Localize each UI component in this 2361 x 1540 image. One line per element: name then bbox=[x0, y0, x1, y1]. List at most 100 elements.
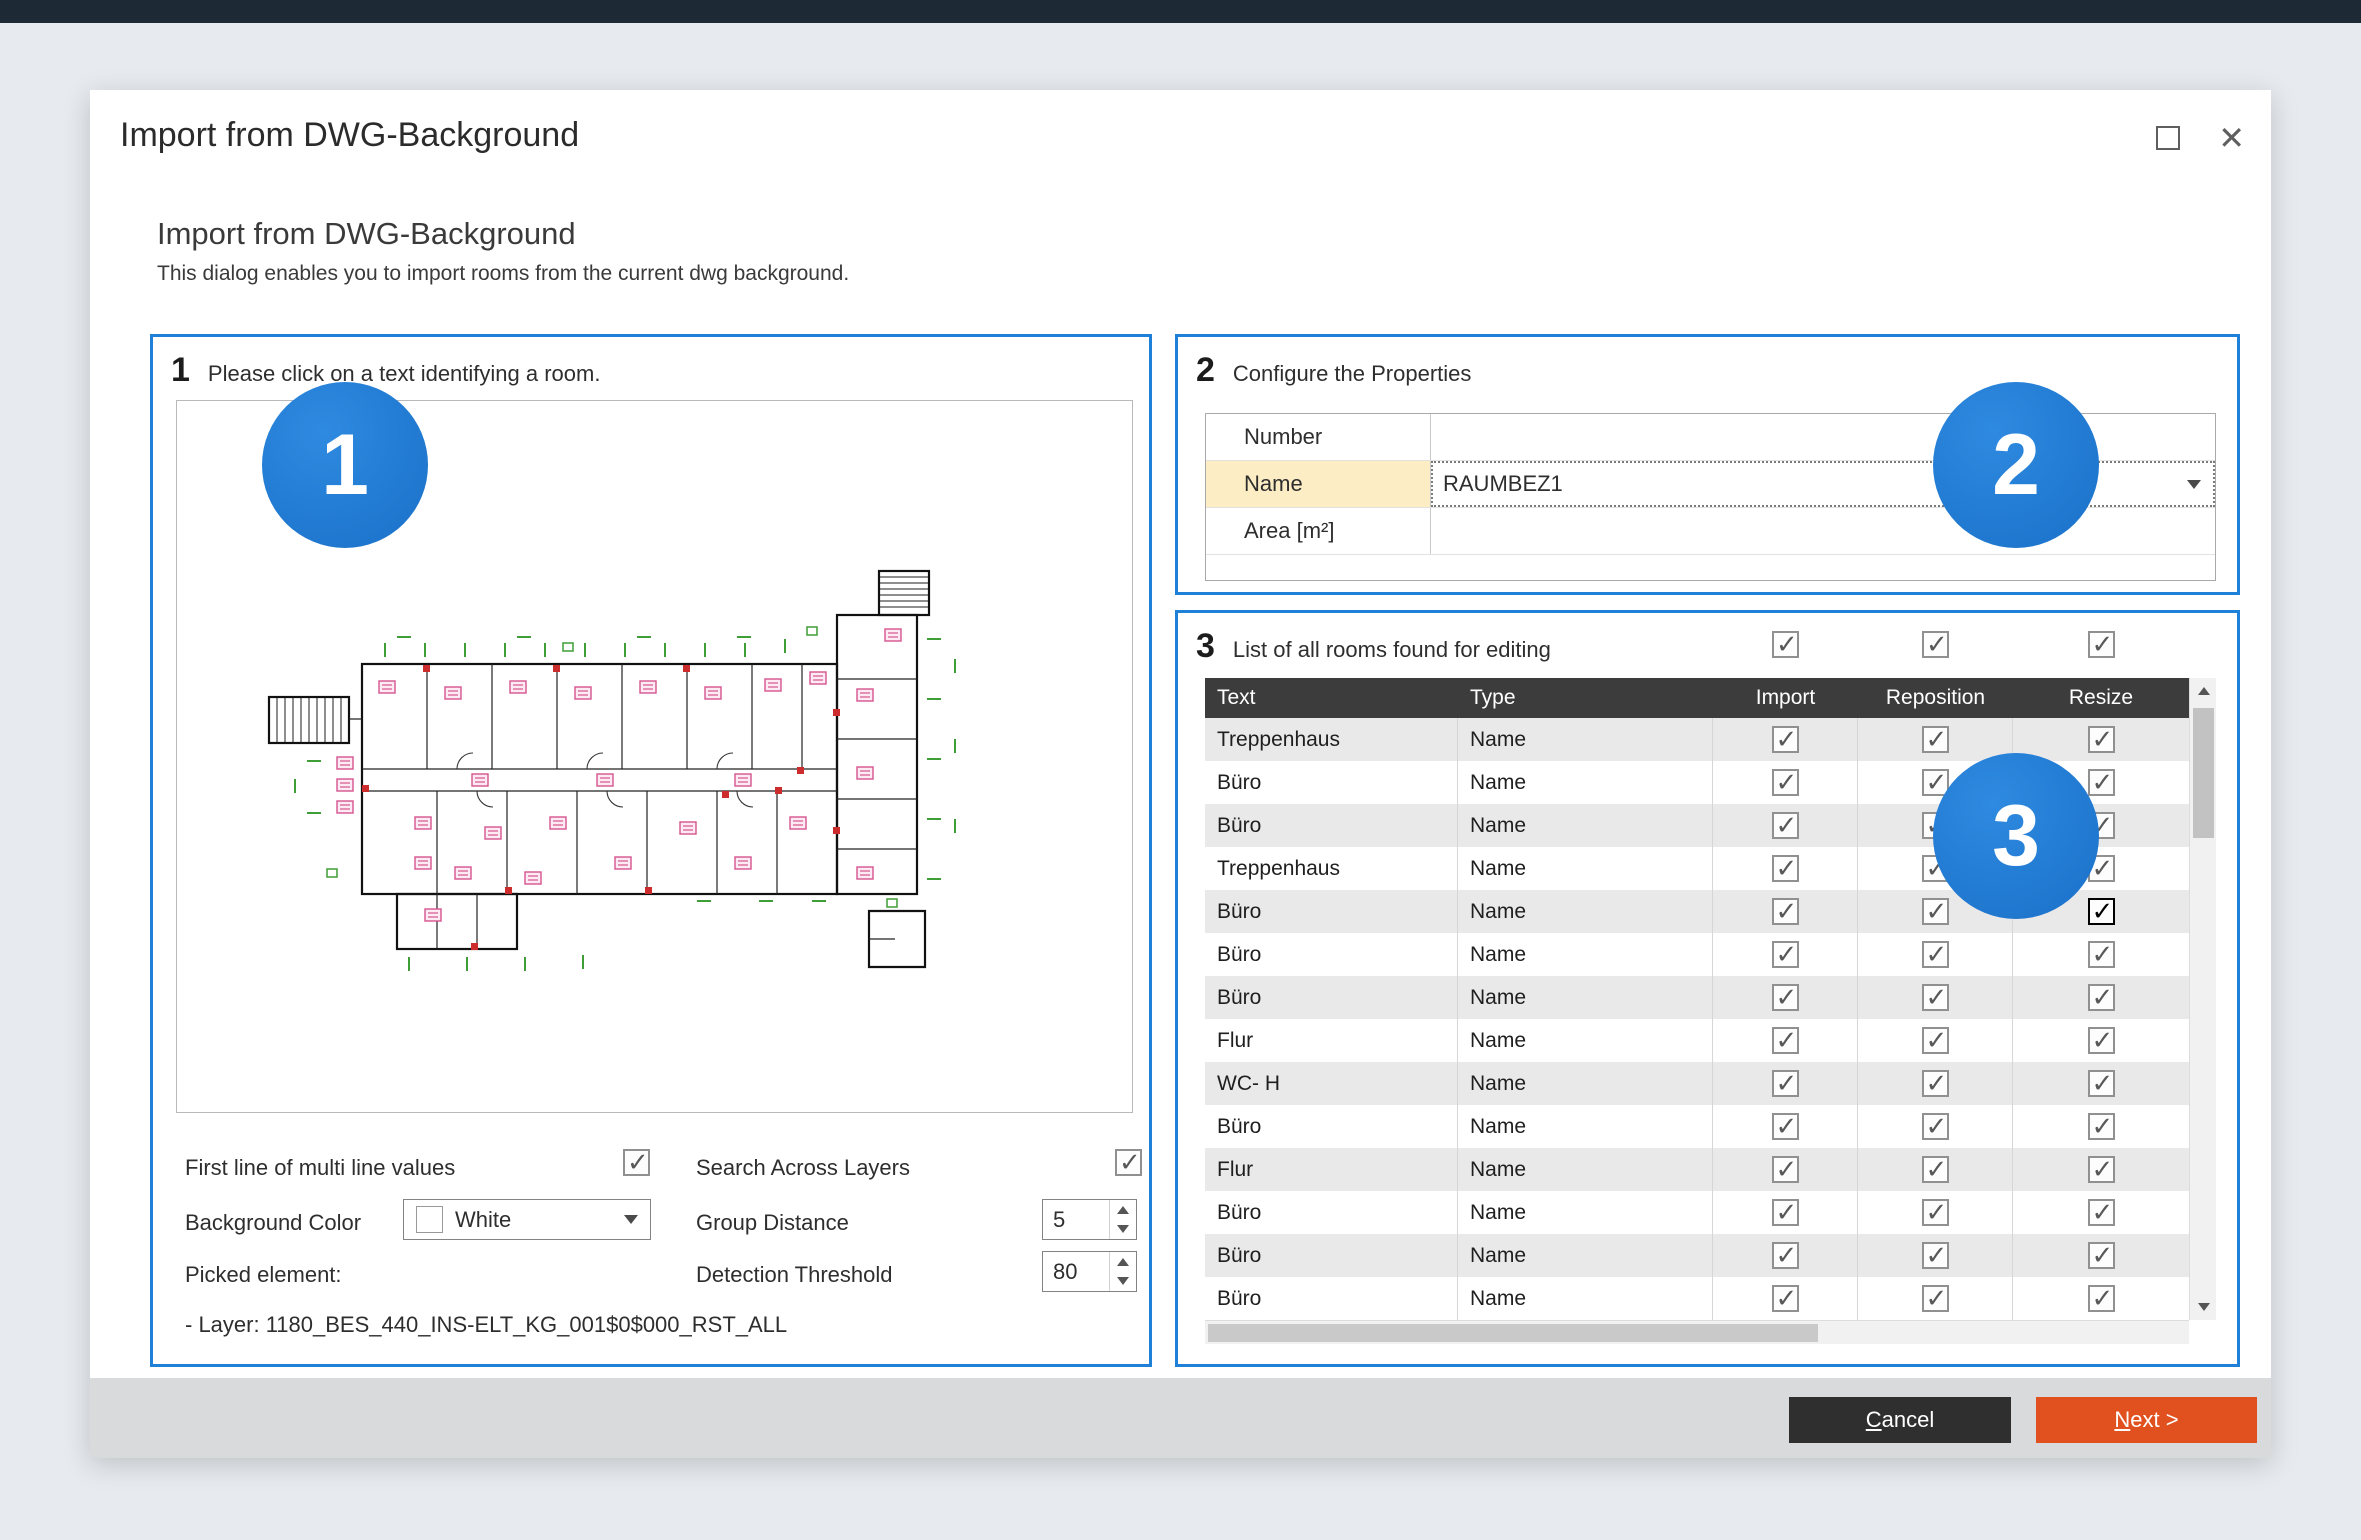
select-all-resize-checkbox[interactable] bbox=[2088, 631, 2115, 658]
column-header-reposition[interactable]: Reposition bbox=[1858, 686, 2013, 710]
import-checkbox[interactable] bbox=[1772, 1242, 1799, 1269]
import-dialog-window: Import from DWG-Background ✕ Import from… bbox=[90, 90, 2271, 1458]
resize-checkbox[interactable] bbox=[2088, 726, 2115, 753]
scroll-down-icon[interactable] bbox=[2190, 1294, 2217, 1320]
room-text-cell: Büro bbox=[1205, 976, 1458, 1019]
reposition-checkbox[interactable] bbox=[1922, 1199, 1949, 1226]
table-row[interactable]: Flur Name bbox=[1205, 1019, 2189, 1062]
import-checkbox[interactable] bbox=[1772, 1027, 1799, 1054]
resize-checkbox[interactable] bbox=[2088, 1242, 2115, 1269]
search-layers-label: Search Across Layers bbox=[696, 1155, 910, 1181]
room-type-cell: Name bbox=[1458, 1191, 1713, 1234]
step1-instruction: Please click on a text identifying a roo… bbox=[208, 361, 601, 387]
resize-checkbox[interactable] bbox=[2088, 769, 2115, 796]
resize-checkbox[interactable] bbox=[2088, 898, 2115, 925]
resize-checkbox[interactable] bbox=[2088, 941, 2115, 968]
area-value-field[interactable] bbox=[1431, 508, 2215, 554]
spin-down-icon[interactable] bbox=[1110, 1272, 1136, 1292]
import-checkbox[interactable] bbox=[1772, 898, 1799, 925]
import-checkbox[interactable] bbox=[1772, 984, 1799, 1011]
room-type-cell: Name bbox=[1458, 1234, 1713, 1277]
room-type-cell: Name bbox=[1458, 847, 1713, 890]
first-line-checkbox[interactable] bbox=[623, 1149, 650, 1176]
table-row[interactable]: Büro Name bbox=[1205, 976, 2189, 1019]
step1-panel: 1 Please click on a text identifying a r… bbox=[150, 334, 1152, 1367]
spin-up-icon[interactable] bbox=[1110, 1252, 1136, 1272]
table-row[interactable]: Büro Name bbox=[1205, 1234, 2189, 1277]
green-boxes bbox=[327, 627, 897, 907]
import-checkbox[interactable] bbox=[1772, 1199, 1799, 1226]
search-across-layers-checkbox[interactable] bbox=[1115, 1149, 1142, 1176]
resize-checkbox[interactable] bbox=[2088, 1113, 2115, 1140]
table-row[interactable]: Büro Name bbox=[1205, 1105, 2189, 1148]
room-type-cell: Name bbox=[1458, 1277, 1713, 1320]
resize-checkbox[interactable] bbox=[2088, 1027, 2115, 1054]
reposition-checkbox[interactable] bbox=[1922, 898, 1949, 925]
background-color-dropdown[interactable]: White bbox=[403, 1199, 651, 1240]
reposition-checkbox[interactable] bbox=[1922, 1027, 1949, 1054]
rooms-table-header: Text Type Import Reposition Resize bbox=[1205, 678, 2189, 718]
hscroll-thumb[interactable] bbox=[1208, 1324, 1818, 1342]
import-checkbox[interactable] bbox=[1772, 1070, 1799, 1097]
picked-layer-info: - Layer: 1180_BES_440_INS-ELT_KG_001$0$0… bbox=[185, 1312, 787, 1338]
reposition-checkbox[interactable] bbox=[1922, 1156, 1949, 1183]
vertical-scrollbar[interactable] bbox=[2189, 678, 2216, 1320]
table-row[interactable]: Büro Name bbox=[1205, 1191, 2189, 1234]
import-checkbox[interactable] bbox=[1772, 1285, 1799, 1312]
reposition-checkbox[interactable] bbox=[1922, 726, 1949, 753]
group-distance-spinner[interactable]: 5 bbox=[1042, 1199, 1137, 1240]
table-row[interactable]: Büro Name bbox=[1205, 933, 2189, 976]
resize-checkbox[interactable] bbox=[2088, 1285, 2115, 1312]
resize-checkbox[interactable] bbox=[2088, 984, 2115, 1011]
name-dropdown-icon[interactable] bbox=[2187, 480, 2201, 489]
import-checkbox[interactable] bbox=[1772, 1113, 1799, 1140]
table-row[interactable]: WC- H Name bbox=[1205, 1062, 2189, 1105]
detection-threshold-value: 80 bbox=[1053, 1259, 1077, 1285]
import-checkbox[interactable] bbox=[1772, 855, 1799, 882]
room-type-cell: Name bbox=[1458, 761, 1713, 804]
column-header-text[interactable]: Text bbox=[1205, 686, 1458, 710]
reposition-checkbox[interactable] bbox=[1922, 1070, 1949, 1097]
reposition-checkbox[interactable] bbox=[1922, 984, 1949, 1011]
room-text-cell: Büro bbox=[1205, 804, 1458, 847]
horizontal-scrollbar[interactable] bbox=[1205, 1320, 2189, 1344]
table-row[interactable]: Flur Name bbox=[1205, 1148, 2189, 1191]
import-checkbox[interactable] bbox=[1772, 941, 1799, 968]
resize-checkbox[interactable] bbox=[2088, 1199, 2115, 1226]
resize-checkbox[interactable] bbox=[2088, 1070, 2115, 1097]
reposition-checkbox[interactable] bbox=[1922, 941, 1949, 968]
reposition-checkbox[interactable] bbox=[1922, 1285, 1949, 1312]
detection-threshold-spinner[interactable]: 80 bbox=[1042, 1251, 1137, 1292]
room-type-cell: Name bbox=[1458, 1019, 1713, 1062]
column-header-resize[interactable]: Resize bbox=[2013, 686, 2189, 710]
close-icon[interactable]: ✕ bbox=[2218, 122, 2245, 154]
room-type-cell: Name bbox=[1458, 1105, 1713, 1148]
room-text-cell: Büro bbox=[1205, 1277, 1458, 1320]
top-bar bbox=[0, 0, 2361, 23]
spin-down-icon[interactable] bbox=[1110, 1220, 1136, 1240]
step2-title: Configure the Properties bbox=[1233, 361, 1471, 387]
table-row[interactable]: Treppenhaus Name bbox=[1205, 718, 2189, 761]
property-label: Number bbox=[1206, 414, 1431, 460]
table-row[interactable]: Büro Name bbox=[1205, 1277, 2189, 1320]
resize-checkbox[interactable] bbox=[2088, 1156, 2115, 1183]
scroll-thumb[interactable] bbox=[2193, 708, 2214, 838]
spin-up-icon[interactable] bbox=[1110, 1200, 1136, 1220]
import-checkbox[interactable] bbox=[1772, 1156, 1799, 1183]
import-checkbox[interactable] bbox=[1772, 812, 1799, 839]
next-button[interactable]: Next > bbox=[2036, 1397, 2257, 1443]
cancel-button[interactable]: Cancel bbox=[1789, 1397, 2011, 1443]
select-all-import-checkbox[interactable] bbox=[1772, 631, 1799, 658]
scroll-up-icon[interactable] bbox=[2190, 678, 2217, 704]
import-checkbox[interactable] bbox=[1772, 769, 1799, 796]
maximize-icon[interactable] bbox=[2156, 126, 2180, 150]
group-distance-value: 5 bbox=[1053, 1207, 1065, 1233]
column-header-import[interactable]: Import bbox=[1713, 686, 1858, 710]
select-all-reposition-checkbox[interactable] bbox=[1922, 631, 1949, 658]
reposition-checkbox[interactable] bbox=[1922, 1113, 1949, 1140]
reposition-checkbox[interactable] bbox=[1922, 1242, 1949, 1269]
step2-number: 2 bbox=[1196, 351, 1215, 390]
column-header-type[interactable]: Type bbox=[1458, 686, 1713, 710]
import-checkbox[interactable] bbox=[1772, 726, 1799, 753]
room-text-cell: Büro bbox=[1205, 933, 1458, 976]
